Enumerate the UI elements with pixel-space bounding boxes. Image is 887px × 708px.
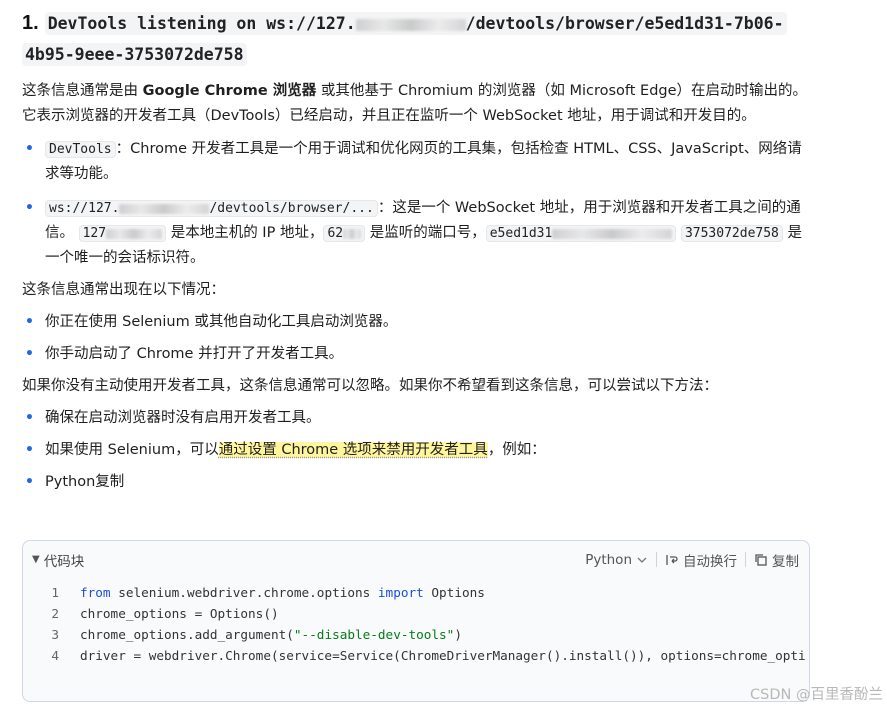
keyword: import xyxy=(377,585,424,600)
code-text: from selenium.webdriver.chrome.options i… xyxy=(80,582,485,603)
inline-code-port-text: 62 xyxy=(327,226,344,241)
wrap-toggle-button[interactable]: 自动换行 xyxy=(665,550,737,570)
article-content: 1. DevTools listening on ws://127. /devtoo… xyxy=(22,8,808,495)
heading-number: 1. xyxy=(22,12,39,34)
blurred-ip-icon xyxy=(119,203,210,214)
highlighted-link[interactable]: 通过设置 Chrome 选项来禁用开发者工具 xyxy=(218,442,488,458)
list-item-text: ，例如： xyxy=(487,442,546,458)
intro-text-1: 这条信息通常是由 xyxy=(22,83,143,99)
blurred-port-icon xyxy=(343,228,362,239)
blurred-ip-icon xyxy=(355,18,466,31)
divider xyxy=(656,552,657,567)
collapse-toggle[interactable]: ▼ 代码块 xyxy=(32,550,84,570)
code-paren: ) xyxy=(454,627,462,642)
inline-code-ws: ws://127. /devtools/browser/... xyxy=(45,200,378,217)
bullet-icon: • xyxy=(25,442,34,458)
list-item: • 你手动启动了 Chrome 并打开了开发者工具。 xyxy=(22,342,808,367)
inline-code-session-b: 3753072de758 xyxy=(680,225,783,242)
methods-list: • 确保在启动浏览器时没有启用开发者工具。 • 如果使用 Selenium，可以通过… xyxy=(22,406,808,495)
heading-code-part1: DevTools listening on ws://127. xyxy=(47,14,356,33)
blurred-id-icon xyxy=(552,228,673,239)
heading-code: DevTools listening on ws://127. /devtools… xyxy=(44,12,787,35)
bullet-icon: • xyxy=(25,200,34,216)
list-item-text: 确保在启动浏览器时没有启用开发者工具。 xyxy=(45,410,321,426)
string-literal: "--disable-dev-tools" xyxy=(293,627,455,642)
language-select[interactable]: Python xyxy=(585,552,648,568)
divider xyxy=(745,552,746,567)
list-item: • 如果使用 Selenium，可以通过设置 Chrome 选项来禁用开发者工具，… xyxy=(22,438,808,463)
inline-code-ws-a: ws://127. xyxy=(49,201,120,216)
situations-list: • 你正在使用 Selenium 或其他自动化工具启动浏览器。 • 你手动启动了 C… xyxy=(22,310,808,367)
inline-code-session: e5ed1d31 xyxy=(485,225,677,242)
list-item: • ws://127./devtools/browser/... ：这是一个 We… xyxy=(22,196,808,271)
list-item-text: ：Chrome 开发者工具是一个用于调试和优化网页的工具集，包括检查 HTML、… xyxy=(45,141,802,182)
code-block-title: 代码块 xyxy=(43,553,85,570)
code-call: chrome_options.add_argument( xyxy=(80,627,294,642)
inline-code: DevTools xyxy=(45,141,116,158)
watermark: CSDN @百里香酚兰 xyxy=(750,687,883,703)
inline-code-ip: 127 xyxy=(78,225,167,242)
ignore-paragraph: 如果你没有主动使用开发者工具，这条信息通常可以忽略。如果你不希望看到这条信息，可… xyxy=(22,378,718,394)
line-number: 2 xyxy=(51,606,59,621)
heading-code-line2: 4b95-9eee-3753072de758 xyxy=(22,43,247,66)
list-item-text: 是监听的端口号， xyxy=(365,225,486,241)
list-item: • 确保在启动浏览器时没有启用开发者工具。 xyxy=(22,406,808,431)
explanation-list: • DevTools ：Chrome 开发者工具是一个用于调试和优化网页的工具集，… xyxy=(22,137,808,271)
keyword: from xyxy=(80,585,111,600)
blurred-ip-icon xyxy=(106,228,163,239)
copy-icon xyxy=(755,553,767,566)
language-label: Python xyxy=(585,551,632,568)
bullet-icon: • xyxy=(25,141,34,157)
code-text: chrome_options = Options() xyxy=(80,606,279,621)
line-number: 3 xyxy=(51,627,59,642)
code-line: 3 chrome_options.add_argument("--disable-… xyxy=(23,624,809,645)
code-line: 1 from selenium.webdriver.chrome.options … xyxy=(23,582,809,603)
copy-button[interactable]: 复制 xyxy=(754,550,799,570)
inline-code-ip-text: 127 xyxy=(82,226,107,241)
bullet-icon: • xyxy=(25,314,34,330)
list-item-text: 你正在使用 Selenium 或其他自动化工具启动浏览器。 xyxy=(45,314,398,330)
code-block-actions: Python 自动换行 复制 xyxy=(585,550,799,570)
inline-code-ws-b: /devtools/browser/... xyxy=(209,201,374,216)
line-number: 1 xyxy=(51,585,59,600)
list-item-text: 如果使用 Selenium，可以 xyxy=(45,442,219,458)
code-text: driver = webdriver.Chrome(service=Servic… xyxy=(80,648,806,663)
copy-label: 复制 xyxy=(772,553,799,570)
code-text: chrome_options.add_argument("--disable-d… xyxy=(80,624,462,645)
code-line: 4 driver = webdriver.Chrome(service=Servi… xyxy=(23,645,809,666)
chevron-down-icon xyxy=(637,557,647,563)
identifier: Options xyxy=(423,585,485,600)
code-block: ▼ 代码块 Python 自动换行 复制 1 from selenium.webd… xyxy=(22,540,810,702)
heading-code-part2: /devtools/browser/e5ed1d31-7b06- xyxy=(465,14,784,33)
code-body: 1 from selenium.webdriver.chrome.options … xyxy=(23,578,809,666)
bullet-icon: • xyxy=(25,346,34,362)
inline-code-port: 62 xyxy=(323,225,366,242)
list-item: • Python复制 xyxy=(22,470,808,495)
list-item-text: 是本地主机的 IP 地址， xyxy=(166,225,324,241)
inline-code-session-a: e5ed1d31 xyxy=(489,226,553,241)
list-item-text: Python复制 xyxy=(45,474,125,490)
wrap-label: 自动换行 xyxy=(683,553,737,570)
intro-paragraph: 这条信息通常是由 Google Chrome 浏览器 或其他基于 Chromiu… xyxy=(22,79,808,129)
code-line: 2 chrome_options = Options() xyxy=(23,603,809,624)
module-path: selenium.webdriver.chrome.options xyxy=(110,585,378,600)
line-number: 4 xyxy=(51,648,59,663)
triangle-down-icon: ▼ xyxy=(32,554,40,565)
code-block-header: ▼ 代码块 Python 自动换行 复制 xyxy=(23,541,809,578)
list-item-text: 你手动启动了 Chrome 并打开了开发者工具。 xyxy=(45,346,344,362)
situations-intro: 这条信息通常出现在以下情况： xyxy=(22,282,225,298)
intro-bold: Google Chrome 浏览器 xyxy=(142,83,317,99)
bullet-icon: • xyxy=(25,474,34,490)
bullet-icon: • xyxy=(25,410,34,426)
wrap-icon xyxy=(666,554,678,565)
list-item: • 你正在使用 Selenium 或其他自动化工具启动浏览器。 xyxy=(22,310,808,335)
section-heading: 1. DevTools listening on ws://127. /devtoo… xyxy=(22,8,808,70)
list-item: • DevTools ：Chrome 开发者工具是一个用于调试和优化网页的工具集，… xyxy=(22,137,808,187)
